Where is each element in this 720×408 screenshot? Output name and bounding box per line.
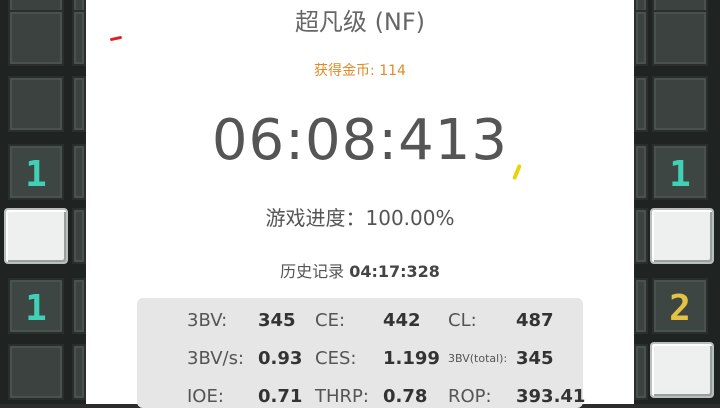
board-cell-number[interactable]: 1 (8, 278, 64, 334)
board-cell-unrevealed[interactable] (4, 208, 68, 264)
board-cell[interactable] (72, 344, 86, 400)
cell-number: 2 (669, 288, 691, 329)
coins-earned: 获得金币: 114 (314, 63, 406, 79)
board-cell[interactable] (652, 10, 708, 66)
result-panel: 超凡级 (NF) 获得金币: 114 06:08:413 游戏进度：100.00… (86, 0, 634, 408)
stat-label: CES: (315, 348, 357, 369)
stat-cl: CL: 487 (448, 310, 554, 331)
history-label: 历史记录 (280, 262, 345, 281)
board-cell[interactable] (8, 10, 64, 66)
board-cell[interactable] (634, 144, 648, 200)
stat-value: 0.93 (258, 348, 303, 369)
board-cell-unrevealed[interactable] (650, 342, 714, 398)
board-cell[interactable] (634, 344, 648, 400)
difficulty-title: 超凡级 (NF) (294, 8, 426, 36)
stat-3bv-total: 3BV(total): 345 (448, 348, 554, 369)
board-cell-number[interactable]: 1 (8, 144, 64, 200)
board-cell[interactable] (72, 208, 86, 264)
board-cell[interactable] (8, 76, 64, 132)
stats-panel: 3BV: 345 CE: 442 CL: 487 3BV/s: 0.93 CES… (137, 298, 585, 408)
board-cell[interactable] (634, 76, 648, 132)
best-record: 历史记录 04:17:328 (86, 258, 634, 282)
stat-value: 1.199 (383, 348, 440, 369)
board-cell-unrevealed[interactable] (650, 208, 714, 264)
left-board-fragment: 1 1 (0, 0, 86, 404)
stat-3bv: 3BV: 345 (187, 310, 296, 331)
board-cell[interactable] (72, 76, 86, 132)
stat-value: 442 (383, 310, 421, 331)
right-board-fragment: 1 2 (634, 0, 720, 404)
stat-3bv-per-second: 3BV/s: 0.93 (187, 348, 302, 369)
board-cell-number[interactable]: 1 (652, 144, 708, 200)
stat-label: 3BV/s: (187, 348, 245, 369)
board-cell[interactable] (652, 76, 708, 132)
board-cell[interactable] (634, 208, 648, 264)
cell-number: 1 (669, 154, 691, 195)
stat-value: 345 (258, 310, 296, 331)
game-progress: 游戏进度：100.00% (265, 206, 455, 230)
stat-label: CE: (315, 310, 346, 331)
board-cell-number[interactable]: 2 (652, 278, 708, 334)
completion-time: 06:08:413 (211, 108, 509, 173)
board-cell[interactable] (634, 10, 648, 66)
stat-value: 345 (516, 348, 554, 369)
board-cell[interactable] (8, 344, 64, 400)
stat-label: 3BV: (187, 310, 228, 331)
stat-label: CL: (448, 310, 477, 331)
stat-label: 3BV(total): (448, 352, 508, 365)
stat-value: 487 (516, 310, 554, 331)
stat-ces: CES: 1.199 (315, 348, 440, 369)
board-cell[interactable] (72, 10, 86, 66)
cell-number: 1 (25, 288, 47, 329)
board-cell[interactable] (72, 278, 86, 334)
cell-number: 1 (25, 154, 47, 195)
stat-ce: CE: 442 (315, 310, 421, 331)
board-cell[interactable] (72, 144, 86, 200)
board-cell[interactable] (634, 278, 648, 334)
history-value: 04:17:328 (349, 262, 440, 281)
